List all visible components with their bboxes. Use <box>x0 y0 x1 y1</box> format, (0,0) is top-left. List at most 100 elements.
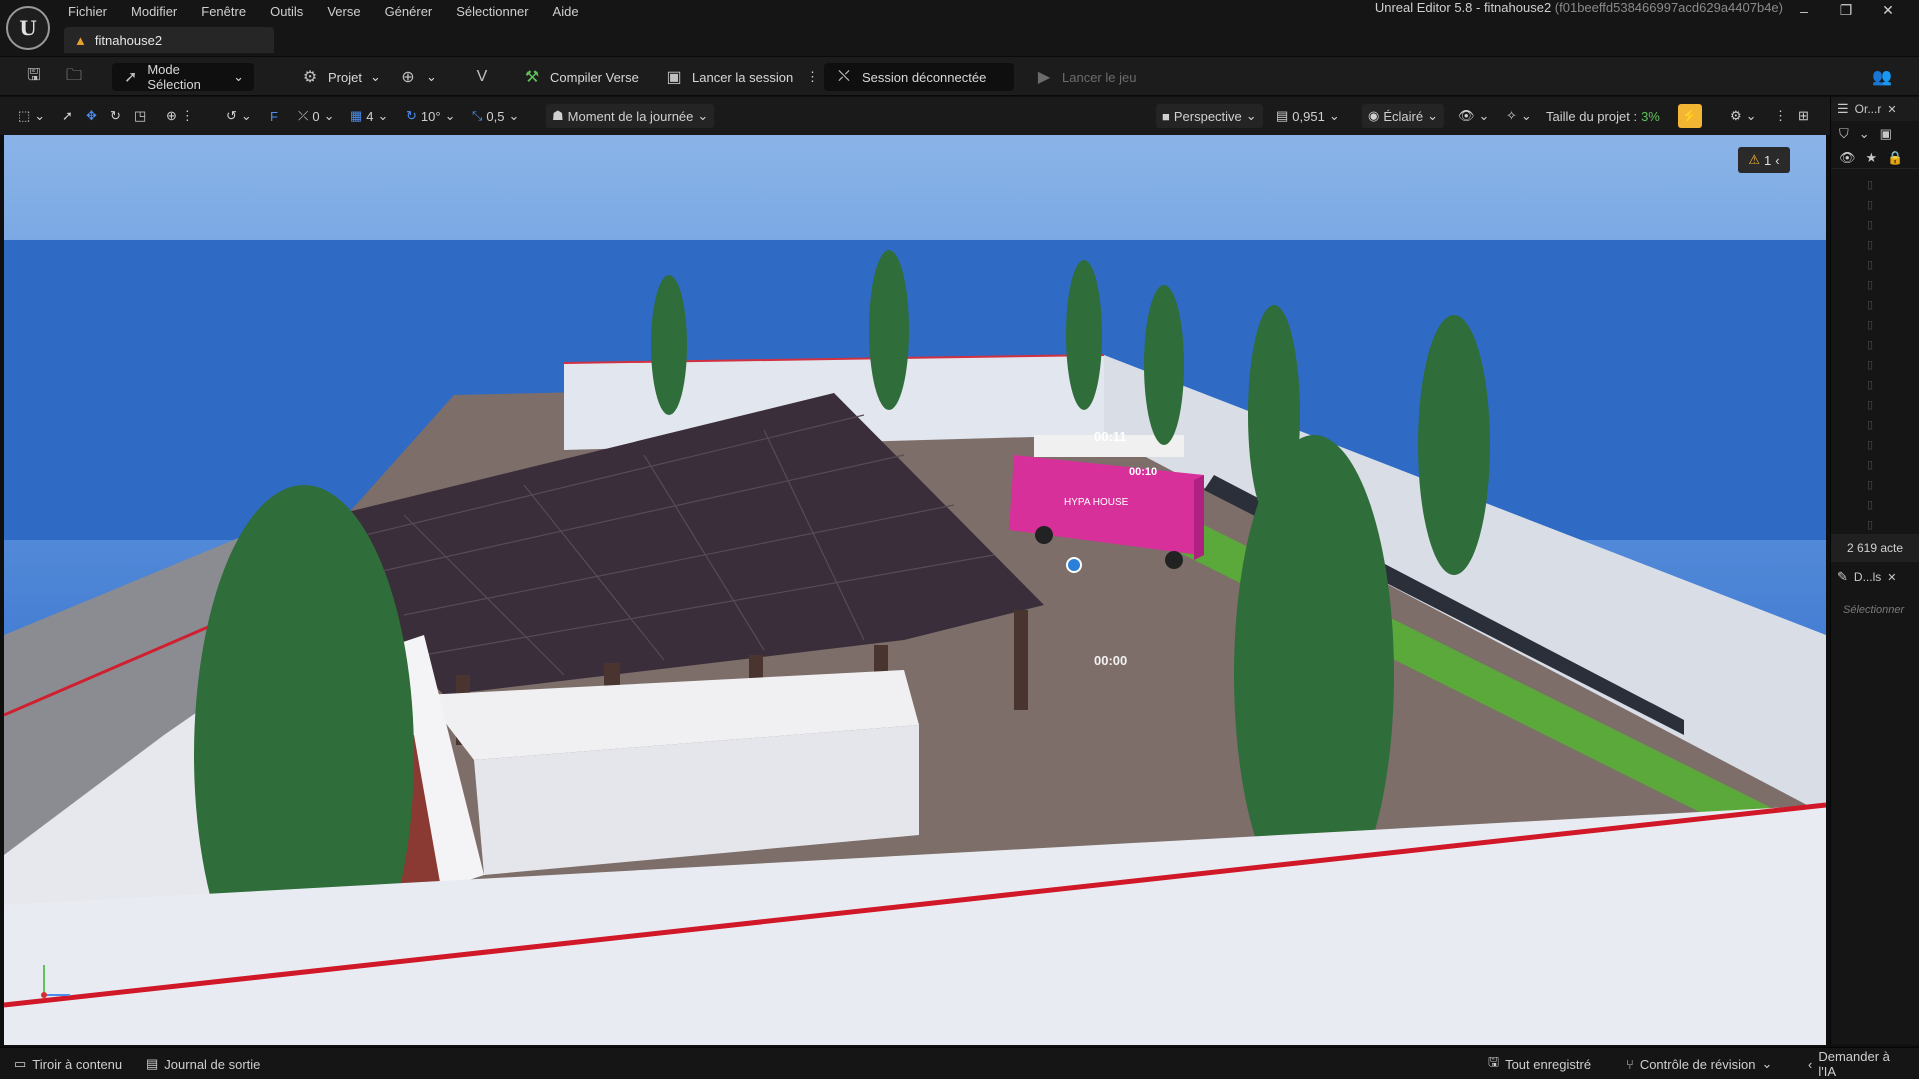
perspective-dropdown[interactable]: ■ Perspective ⌄ <box>1156 104 1263 128</box>
outliner-filter-bar: ⛉ ⌄ ▣ <box>1831 121 1919 147</box>
menu-item-verse[interactable]: Verse <box>315 1 372 22</box>
window-title: Unreal Editor 5.8 - fitnahouse2 (f01beef… <box>1375 0 1783 15</box>
document-tab[interactable]: ▲ fitnahouse2 <box>64 27 274 53</box>
scale-snap-dropdown[interactable]: ⤡ 0,5 ⌄ <box>466 104 525 128</box>
minimize-icon[interactable]: – <box>1783 1 1825 19</box>
scene-render: 00:11 00:10 HYPA HOUSE 00:00 <box>4 135 1826 1045</box>
save-all-button[interactable]: 🖫 Tout enregistré <box>1480 1053 1599 1075</box>
snap-to-floor-button[interactable]: F <box>264 104 284 128</box>
world-local-button[interactable]: ⊕ ⋮ <box>160 104 200 128</box>
unreal-logo-icon[interactable]: U <box>6 6 50 50</box>
menu-item-aide[interactable]: Aide <box>541 1 591 22</box>
grid-snap-dropdown[interactable]: ▦ 4 ⌄ <box>344 104 394 128</box>
actor-icon: ▯ <box>1867 379 1874 391</box>
outliner-list[interactable]: ▯ ▯ ▯ ▯ ▯ ▯ ▯ ▯ ▯ ▯ ▯ ▯ ▯ ▯ ▯ ▯ ▯ ▯ <box>1831 169 1919 534</box>
project-size-indicator[interactable]: Taille du projet : 3% <box>1540 104 1666 128</box>
rotation-snap-dropdown[interactable]: ⤫ 0 ⌄ <box>292 104 341 128</box>
launch-session-button[interactable]: ▣ Lancer la session <box>654 63 803 91</box>
performance-icon: ⚡ <box>1681 108 1699 123</box>
ask-ai-button[interactable]: ‹ Demander à l'IA <box>1800 1049 1919 1079</box>
camera-icon: ■ <box>1162 108 1170 124</box>
actor-icon: ▯ <box>1867 479 1874 491</box>
add-content-dropdown[interactable]: ⊕ ⌄ <box>388 63 447 91</box>
revision-control-button[interactable]: ⑂ Contrôle de révision ⌄ <box>1618 1053 1780 1075</box>
lit-icon: ◉ <box>1368 108 1380 123</box>
window-controls: – ❐ ✕ <box>1783 0 1909 19</box>
translate-tool-button[interactable]: ✥ <box>80 104 103 128</box>
viewport-layout-button[interactable]: ⊞ <box>1792 104 1815 128</box>
ground-timer: 00:00 <box>1094 653 1127 668</box>
content-drawer-button[interactable]: ▭ Tiroir à contenu <box>6 1053 130 1075</box>
save-button[interactable]: 🖫 <box>14 63 54 91</box>
chevron-down-icon[interactable]: ⌄ <box>1859 126 1870 142</box>
output-log-button[interactable]: ▤ Journal de sortie <box>138 1053 268 1075</box>
project-dropdown[interactable]: ⚙ Projet ⌄ <box>290 63 391 91</box>
chevron-down-icon: ⌄ <box>233 69 244 84</box>
star-icon[interactable]: ★ <box>1866 150 1878 166</box>
camera-speed-dropdown[interactable]: ▤ 0,951 ⌄ <box>1270 104 1346 128</box>
chevron-down-icon: ⌄ <box>323 108 335 123</box>
performance-button[interactable]: ⚡ <box>1678 104 1702 128</box>
more-options-icon: ⋮ <box>1774 108 1787 123</box>
angle-snap-dropdown[interactable]: ↻ 10° ⌄ <box>400 104 461 128</box>
lock-icon[interactable]: 🔒 <box>1887 150 1903 166</box>
eye-icon[interactable]: 👁 <box>1839 150 1856 166</box>
menu-item-fichier[interactable]: Fichier <box>56 1 119 22</box>
collaboration-button[interactable]: 👥 <box>1862 63 1902 91</box>
actor-icon: ▯ <box>1867 179 1874 191</box>
compile-verse-button[interactable]: ⚒ Compiler Verse <box>512 63 649 91</box>
filter-icon[interactable]: ⛉ <box>1839 126 1849 142</box>
realtime-dropdown[interactable]: ✧ ⌄ <box>1500 104 1538 128</box>
menu-item-fenetre[interactable]: Fenêtre <box>189 1 258 22</box>
show-flags-dropdown[interactable]: 👁 ⌄ <box>1452 104 1495 128</box>
surface-snap-button[interactable]: ↺ ⌄ <box>220 104 258 128</box>
compile-verse-label: Compiler Verse <box>550 69 639 85</box>
move-icon: ✥ <box>86 108 97 123</box>
time-of-day-label: Moment de la journée <box>567 108 694 124</box>
selection-mode-button[interactable]: ⬚ ⌄ <box>12 104 51 128</box>
actor-icon: ▯ <box>1867 339 1874 351</box>
lighting-label: Éclairé <box>1383 108 1424 124</box>
close-icon[interactable]: ✕ <box>1887 103 1896 116</box>
log-icon: ▤ <box>146 1056 159 1071</box>
viewport-settings-dropdown[interactable]: ⚙ ⌄ <box>1724 104 1763 128</box>
window-title-hash: (f01beeffd538466997acd629a4407b4e) <box>1554 0 1783 15</box>
select-tool-button[interactable]: ➚ <box>56 104 79 128</box>
launch-game-button[interactable]: ▶ Lancer le jeu <box>1024 63 1146 91</box>
close-icon[interactable]: ✕ <box>1867 0 1909 19</box>
verse-icon: V <box>476 68 488 85</box>
select-mode-icon: ➚ <box>123 69 138 86</box>
actor-count: 2 619 acte <box>1831 534 1919 562</box>
verse-menu-button[interactable]: V <box>462 63 502 91</box>
gear-icon: ⚙ <box>1730 108 1742 123</box>
camera-icon[interactable]: ▣ <box>1880 126 1892 142</box>
details-hint: Sélectionner <box>1843 604 1905 616</box>
title-bar: U Fichier Modifier Fenêtre Outils Verse … <box>0 0 1919 56</box>
scale-tool-button[interactable]: ◳ <box>128 104 152 128</box>
browse-button[interactable]: 🗀 <box>54 63 94 91</box>
session-icon: ▣ <box>666 69 682 86</box>
menu-item-selectionner[interactable]: Sélectionner <box>444 1 540 22</box>
outliner-tab-label: Or...r <box>1854 102 1882 116</box>
restore-icon[interactable]: ❐ <box>1825 0 1867 19</box>
menu-item-generer[interactable]: Générer <box>373 1 445 22</box>
details-tab[interactable]: ✎ D...ls ✕ <box>1831 564 1919 590</box>
rotate-tool-button[interactable]: ↻ <box>104 104 127 128</box>
viewport-more-button[interactable]: ⋮ <box>1768 104 1793 128</box>
mode-selection-label: Mode Sélection <box>147 62 201 92</box>
session-status[interactable]: ⛌ Session déconnectée <box>824 63 1014 91</box>
level-viewport[interactable]: 00:11 00:10 HYPA HOUSE 00:00 ⚠ 1 ‹ <box>4 135 1826 1045</box>
time-of-day-dropdown[interactable]: ☗ Moment de la journée ⌄ <box>546 104 715 128</box>
output-log-label: Journal de sortie <box>164 1056 261 1072</box>
warning-badge[interactable]: ⚠ 1 ‹ <box>1738 147 1790 173</box>
lighting-mode-dropdown[interactable]: ◉ Éclairé ⌄ <box>1362 104 1444 128</box>
menu-item-outils[interactable]: Outils <box>258 1 315 22</box>
outliner-tab[interactable]: ☰ Or...r ✕ <box>1831 97 1919 121</box>
bus-timer-side: 00:10 <box>1129 466 1157 478</box>
mode-selection-dropdown[interactable]: ➚ Mode Sélection ⌄ <box>112 62 254 92</box>
surface-snap-icon: ↺ <box>226 108 237 123</box>
menu-item-modifier[interactable]: Modifier <box>119 1 189 22</box>
save-all-label: Tout enregistré <box>1505 1056 1592 1072</box>
actor-icon: ▯ <box>1867 439 1874 451</box>
close-icon[interactable]: ✕ <box>1887 571 1896 584</box>
